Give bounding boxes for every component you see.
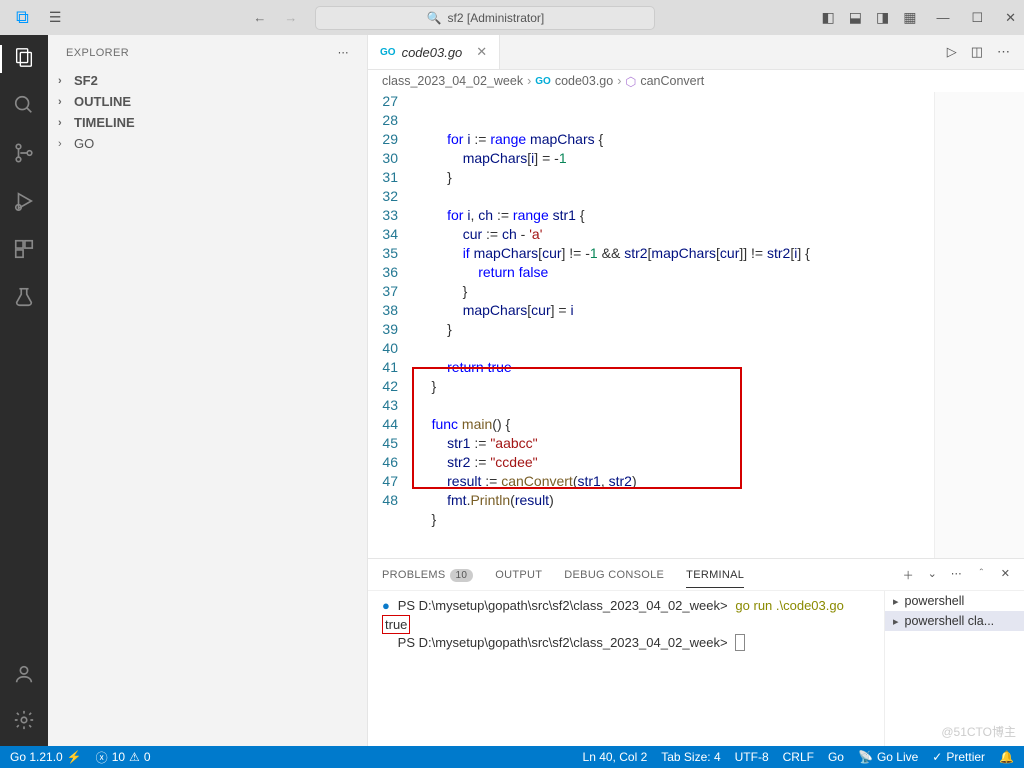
window-maximize-icon[interactable]: ☐ xyxy=(971,10,983,26)
nav-forward-icon[interactable]: → xyxy=(284,10,297,25)
panel-tab-problems[interactable]: PROBLEMS10 xyxy=(382,569,473,581)
result-highlight: true xyxy=(382,615,410,634)
chevron-right-icon: › xyxy=(58,75,70,87)
lightning-icon: ⚡ xyxy=(67,750,82,764)
layout-bottom-icon[interactable]: ⬓ xyxy=(849,9,862,26)
sidebar-item-sf2[interactable]: ›SF2 xyxy=(48,70,367,91)
accounts-icon[interactable] xyxy=(12,662,36,686)
window-minimize-icon[interactable]: — xyxy=(936,10,949,26)
function-icon: ⬡ xyxy=(625,74,636,89)
explorer-icon[interactable] xyxy=(12,45,36,69)
source-control-icon[interactable] xyxy=(12,141,36,165)
testing-icon[interactable] xyxy=(12,285,36,309)
title-bar: ⧉ ☰ ← → 🔍 sf2 [Administrator] ◧ ⬓ ◨ ▦ — … xyxy=(0,0,1024,35)
bottom-panel: PROBLEMS10 OUTPUT DEBUG CONSOLE TERMINAL… xyxy=(368,558,1024,746)
activity-search-icon[interactable] xyxy=(12,93,36,117)
run-debug-icon[interactable] xyxy=(12,189,36,213)
code-editor[interactable]: 2728293031323334353637383940414243444546… xyxy=(368,92,1024,558)
go-file-icon: GO xyxy=(535,76,551,87)
chevron-right-icon: › xyxy=(58,138,70,150)
panel-tab-output[interactable]: OUTPUT xyxy=(495,569,542,581)
terminal-icon: ▸ xyxy=(893,615,899,628)
minimap[interactable] xyxy=(934,92,1024,558)
run-icon[interactable]: ▷ xyxy=(947,44,957,60)
status-go-live[interactable]: 📡Go Live xyxy=(858,750,918,764)
panel-maximize-icon[interactable]: ＾ xyxy=(976,567,987,583)
terminal-icon: ▸ xyxy=(893,595,899,608)
tab-label: code03.go xyxy=(402,45,463,60)
sidebar-item-go[interactable]: ›GO xyxy=(48,133,367,154)
terminal-item-powershell-2[interactable]: ▸powershell cla... xyxy=(885,611,1024,631)
status-bar: Go 1.21.0 ⚡ ⓧ10 ⚠0 Ln 40, Col 2 Tab Size… xyxy=(0,746,1024,768)
command-center-text: sf2 [Administrator] xyxy=(448,11,545,25)
editor-area: GO code03.go ✕ ▷ ◫ ⋯ class_2023_04_02_we… xyxy=(368,35,1024,746)
layout-custom-icon[interactable]: ▦ xyxy=(903,9,916,26)
new-terminal-icon[interactable]: ＋ xyxy=(903,567,914,583)
status-eol[interactable]: CRLF xyxy=(783,750,814,764)
go-file-icon: GO xyxy=(380,47,396,58)
split-editor-icon[interactable]: ◫ xyxy=(971,44,983,60)
panel-close-icon[interactable]: ✕ xyxy=(1001,567,1010,583)
terminal-list: ▸powershell ▸powershell cla... xyxy=(884,591,1024,746)
status-encoding[interactable]: UTF-8 xyxy=(735,750,769,764)
activity-bar xyxy=(0,35,48,746)
broadcast-icon: 📡 xyxy=(858,750,873,764)
status-prettier[interactable]: ✓Prettier xyxy=(932,750,985,764)
layout-left-icon[interactable]: ◧ xyxy=(822,9,835,26)
status-language[interactable]: Go xyxy=(828,750,844,764)
check-icon: ✓ xyxy=(932,750,942,764)
explorer-sidebar: EXPLORER ⋯ ›SF2 ›OUTLINE ›TIMELINE ›GO xyxy=(48,35,368,746)
command-center[interactable]: 🔍 sf2 [Administrator] xyxy=(315,6,655,30)
layout-right-icon[interactable]: ◨ xyxy=(876,9,889,26)
extensions-icon[interactable] xyxy=(12,237,36,261)
menu-icon[interactable]: ☰ xyxy=(49,9,62,26)
editor-tabs: GO code03.go ✕ ▷ ◫ ⋯ xyxy=(368,35,1024,70)
panel-tab-debug[interactable]: DEBUG CONSOLE xyxy=(564,569,664,581)
sidebar-item-outline[interactable]: ›OUTLINE xyxy=(48,91,367,112)
status-cursor-pos[interactable]: Ln 40, Col 2 xyxy=(583,750,648,764)
status-tab-size[interactable]: Tab Size: 4 xyxy=(661,750,720,764)
code-content[interactable]: for i := range mapChars { mapChars[i] = … xyxy=(416,92,934,558)
search-icon: 🔍 xyxy=(427,11,442,25)
terminal-item-powershell[interactable]: ▸powershell xyxy=(885,591,1024,611)
sidebar-item-timeline[interactable]: ›TIMELINE xyxy=(48,112,367,133)
settings-gear-icon[interactable] xyxy=(12,708,36,732)
panel-more-icon[interactable]: ⋯ xyxy=(951,567,962,583)
tab-close-icon[interactable]: ✕ xyxy=(476,44,487,60)
nav-back-icon[interactable]: ← xyxy=(253,10,266,25)
chevron-right-icon: › xyxy=(58,117,70,129)
panel-tab-terminal[interactable]: TERMINAL xyxy=(686,569,744,588)
error-icon: ⓧ xyxy=(96,749,108,766)
explorer-title: EXPLORER xyxy=(66,47,129,59)
warning-icon: ⚠ xyxy=(129,750,140,764)
line-gutter: 2728293031323334353637383940414243444546… xyxy=(368,92,416,558)
explorer-more-icon[interactable]: ⋯ xyxy=(338,46,349,59)
terminal-output[interactable]: ● PS D:\mysetup\gopath\src\sf2\class_202… xyxy=(368,591,884,746)
editor-more-icon[interactable]: ⋯ xyxy=(997,44,1010,60)
status-go-version[interactable]: Go 1.21.0 ⚡ xyxy=(10,750,82,764)
window-close-icon[interactable]: ✕ xyxy=(1005,10,1016,26)
breadcrumb[interactable]: class_2023_04_02_week › GO code03.go › ⬡… xyxy=(368,70,1024,92)
vscode-logo-icon: ⧉ xyxy=(16,7,29,28)
status-problems[interactable]: ⓧ10 ⚠0 xyxy=(96,749,151,766)
tab-code03[interactable]: GO code03.go ✕ xyxy=(368,35,500,69)
chevron-right-icon: › xyxy=(58,96,70,108)
status-notifications-icon[interactable]: 🔔 xyxy=(999,750,1014,764)
split-terminal-icon[interactable]: ⌄ xyxy=(928,567,937,583)
